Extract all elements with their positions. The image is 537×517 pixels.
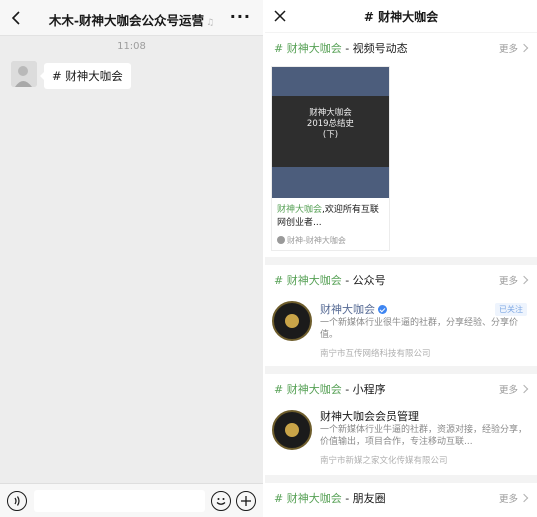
topic-panel: # 财神大咖会 # 财神大咖会 - 视频号动态 更多 财神大咖会 2019总结史… [265,0,537,517]
topic-title: # 财神大咖会 [363,10,439,24]
topic-header: # 财神大咖会 [265,0,537,32]
section-mini-program: # 财神大咖会 - 小程序 更多 财神大咖会会员管理 一个新媒体行业牛逼的社群，… [265,374,537,475]
video-description: 财神大咖会,欢迎所有互联网创业者... [277,205,379,228]
section-channels: # 财神大咖会 - 视频号动态 更多 财神大咖会 2019总结史 (下) 财神大… [265,33,537,257]
chat-panel: 木木-财神大咖会公众号运营 ♫ ··· 11:08 # 财神大咖会 [0,0,263,517]
author-avatar-icon [277,236,285,244]
section-heading: # 财神大咖会 - 朋友圈 [274,492,386,505]
mute-icon: ♫ [206,18,215,28]
message-timestamp: 11:08 [117,41,146,52]
followed-badge: 已关注 [495,303,527,316]
section-heading: # 财神大咖会 - 公众号 [274,274,386,287]
more-link[interactable]: 更多 [499,273,529,287]
chevron-right-icon [519,43,529,53]
voice-icon[interactable] [7,491,27,511]
section-heading: # 财神大咖会 - 小程序 [274,383,386,396]
plus-icon[interactable] [236,491,256,511]
section-official-account: # 财神大咖会 - 公众号 更多 财神大咖会 已关注 一个新媒体行业很牛逼的社群… [265,265,537,366]
message-input[interactable] [34,490,205,512]
more-link[interactable]: 更多 [499,41,529,55]
account-description: 一个新媒体行业很牛逼的社群，分享经验、分享价值。 [320,318,519,340]
avatar-image [11,61,37,87]
verified-icon [378,305,387,314]
thumbnail-text: 财神大咖会 2019总结史 (下) [306,108,355,140]
back-arrow-icon[interactable] [9,10,25,26]
chevron-right-icon [519,493,529,503]
avatar[interactable] [11,61,37,87]
chat-title: 木木-财神大咖会公众号运营 ♫ [48,13,215,28]
emoji-icon[interactable] [211,491,231,511]
message-bubble[interactable]: # 财神大咖会 [40,63,131,89]
mini-program-company: 南宁市新媒之家文化传媒有限公司 [320,456,448,466]
account-name[interactable]: 财神大咖会 [320,301,387,317]
video-author: 财神-财神大咖会 [277,235,346,246]
account-logo-icon[interactable] [272,301,312,341]
mini-program-logo-icon[interactable] [272,410,312,450]
chevron-right-icon [519,275,529,285]
chevron-right-icon [519,384,529,394]
account-company: 南宁市互传网络科技有限公司 [320,349,431,359]
mini-program-name[interactable]: 财神大咖会会员管理 [320,408,419,424]
video-card[interactable]: 财神大咖会 2019总结史 (下) 财神大咖会,欢迎所有互联网创业者... 财神… [272,67,389,250]
chat-header: 木木-财神大咖会公众号运营 ♫ ··· [0,0,263,36]
more-link[interactable]: 更多 [499,491,529,505]
video-thumbnail: 财神大咖会 2019总结史 (下) [272,67,389,198]
input-bar [0,483,263,517]
close-icon[interactable] [272,8,288,24]
section-moments: # 财神大咖会 - 朋友圈 更多 [265,483,537,517]
more-options-icon[interactable]: ··· [230,9,251,25]
more-link[interactable]: 更多 [499,382,529,396]
mini-program-description: 一个新媒体行业牛逼的社群，资源对接，经验分享，价值输出，项目合作，专注移动互联.… [320,425,528,447]
section-heading: # 财神大咖会 - 视频号动态 [274,42,408,55]
